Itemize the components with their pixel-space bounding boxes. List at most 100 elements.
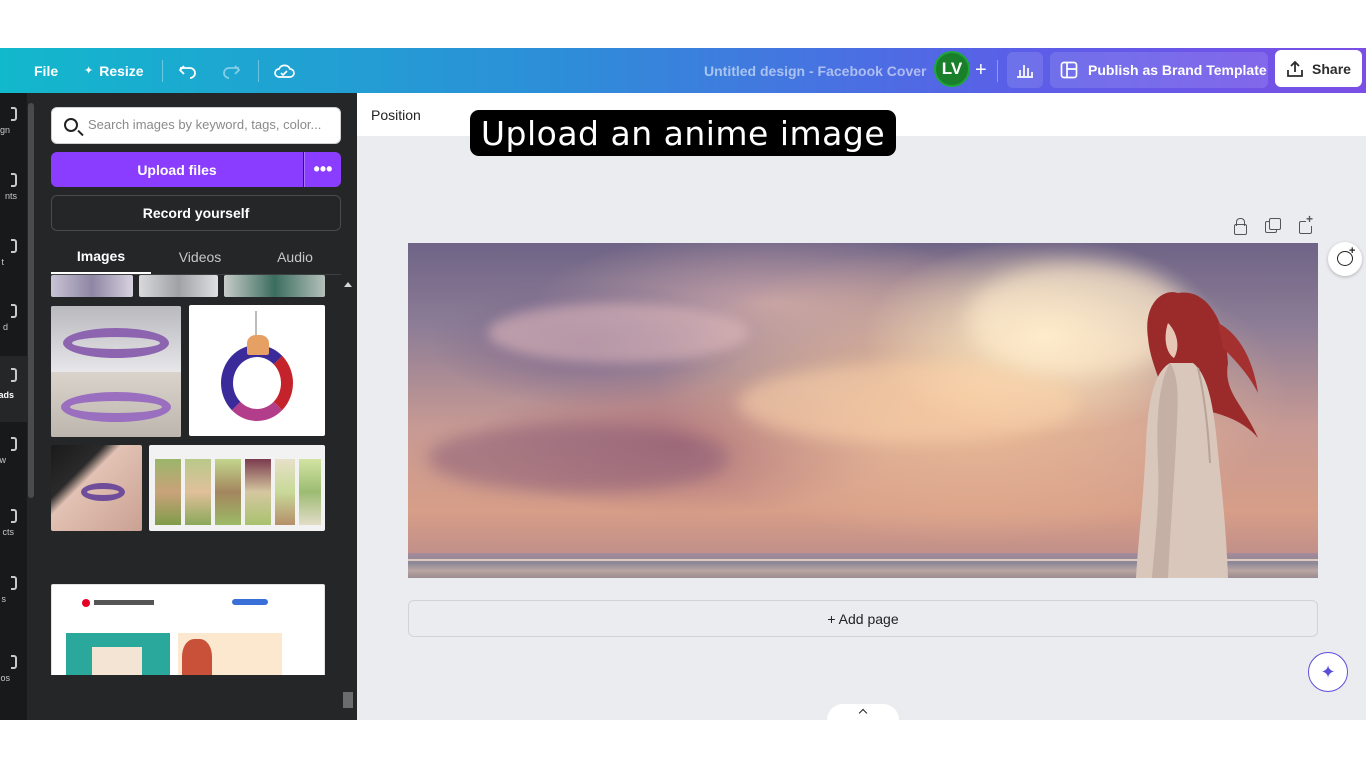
add-comment-icon[interactable] xyxy=(1328,242,1362,276)
recipe-image xyxy=(155,459,181,525)
tutorial-caption: Upload an anime image xyxy=(470,110,896,156)
share-upload-icon xyxy=(1287,60,1303,77)
scroll-up-arrow-icon[interactable] xyxy=(344,282,352,287)
top-toolbar: File ✦ Resize Untitled design - Facebook… xyxy=(0,48,1366,93)
toolbar-divider xyxy=(162,60,163,82)
rail-item-elements[interactable]: nts xyxy=(0,167,27,217)
upload-thumbnail[interactable] xyxy=(189,305,325,436)
rail-item-draw[interactable]: w xyxy=(0,431,27,481)
more-options-button[interactable]: ••• xyxy=(304,152,341,187)
rail-label: os xyxy=(0,673,10,683)
magic-sparkle-icon[interactable]: ✦ xyxy=(1308,652,1348,692)
design-page-canvas[interactable] xyxy=(408,243,1318,578)
rail-label: s xyxy=(1,594,7,604)
template-icon xyxy=(1060,61,1078,79)
search-icon xyxy=(64,118,78,132)
cloud-check-icon xyxy=(274,64,295,78)
photos-icon xyxy=(11,655,17,669)
pages-drawer-handle[interactable] xyxy=(827,704,899,720)
promo-panel-portrait xyxy=(182,639,212,675)
upload-thumbnail[interactable] xyxy=(224,275,325,297)
apps-icon xyxy=(11,576,17,590)
rail-label: d xyxy=(2,322,8,332)
search-box[interactable] xyxy=(51,107,341,144)
media-tabs: Images Videos Audio xyxy=(51,240,341,274)
upload-thumbnail[interactable] xyxy=(51,584,325,675)
scrollbar-thumb[interactable] xyxy=(343,692,353,708)
rail-label: w xyxy=(0,455,6,465)
editor-window: File ✦ Resize Untitled design - Facebook… xyxy=(0,48,1366,720)
cloud-shape xyxy=(738,363,1078,443)
pinterest-logo-icon xyxy=(82,599,90,607)
cloud-save-button[interactable] xyxy=(273,48,295,93)
rail-item-uploads[interactable]: ads xyxy=(0,356,27,422)
rail-item-design[interactable]: gn xyxy=(0,101,27,151)
side-nav-rail: gn nts t d ads w cts s os xyxy=(0,93,27,720)
rail-item-photos[interactable]: os xyxy=(0,649,27,699)
tab-audio[interactable]: Audio xyxy=(249,240,341,274)
draw-icon xyxy=(11,437,17,451)
uploads-icon xyxy=(11,368,17,382)
rail-item-text[interactable]: t xyxy=(0,233,27,283)
bracelet-shape xyxy=(81,483,125,501)
toolbar-divider xyxy=(997,60,998,82)
upload-thumbnail[interactable] xyxy=(51,445,142,531)
pendant-butterfly xyxy=(247,335,269,355)
page-heading-line xyxy=(94,600,154,605)
search-input[interactable] xyxy=(88,117,336,132)
page-button-shape xyxy=(232,599,268,605)
grid-scrollbar[interactable] xyxy=(341,278,355,708)
sparkle-icon: ✦ xyxy=(84,65,94,77)
insights-button[interactable] xyxy=(1007,52,1043,88)
publish-label: Publish as Brand Template xyxy=(1088,62,1267,78)
tab-videos[interactable]: Videos xyxy=(151,240,249,274)
add-page-icon[interactable] xyxy=(1298,212,1314,234)
rail-label: nts xyxy=(4,191,17,201)
tab-images[interactable]: Images xyxy=(51,240,151,274)
design-title[interactable]: Untitled design - Facebook Cover xyxy=(704,48,926,93)
undo-icon xyxy=(178,64,196,79)
resize-button[interactable]: ✦ Resize xyxy=(84,48,144,93)
share-label: Share xyxy=(1312,60,1351,77)
promo-panel-photo xyxy=(92,647,142,675)
publish-brand-template-button[interactable]: Publish as Brand Template xyxy=(1050,52,1268,88)
rail-item-apps[interactable]: s xyxy=(0,570,27,620)
bar-chart-icon xyxy=(1017,65,1033,78)
recipe-image xyxy=(215,459,241,525)
elements-icon xyxy=(11,173,17,187)
redo-button[interactable] xyxy=(221,48,241,93)
upload-thumbnail[interactable] xyxy=(51,275,133,297)
upload-thumbnail[interactable] xyxy=(149,445,325,531)
file-menu-label: File xyxy=(34,62,59,79)
rail-label: t xyxy=(1,257,4,267)
invite-plus-icon[interactable]: + xyxy=(975,48,987,93)
rail-label: cts xyxy=(2,527,14,537)
panel-scrollbar[interactable] xyxy=(28,103,34,498)
resize-label: Resize xyxy=(99,62,144,79)
recipe-image xyxy=(299,459,321,525)
rail-item-brand[interactable]: d xyxy=(0,298,27,348)
redo-icon xyxy=(223,64,241,79)
lock-icon[interactable] xyxy=(1232,218,1248,235)
chevron-up-icon xyxy=(858,708,868,718)
avatar[interactable]: LV xyxy=(934,51,970,87)
undo-button[interactable] xyxy=(178,48,198,93)
rail-label: ads xyxy=(0,390,14,400)
bracelet-shape xyxy=(63,328,169,358)
file-menu-button[interactable]: File xyxy=(34,48,58,93)
add-page-button[interactable]: + Add page xyxy=(408,600,1318,637)
duplicate-page-icon[interactable] xyxy=(1265,218,1281,234)
share-button[interactable]: Share xyxy=(1275,50,1362,87)
projects-icon xyxy=(11,509,17,523)
cloud-shape xyxy=(488,303,748,363)
rail-item-projects[interactable]: cts xyxy=(0,503,27,553)
anime-girl-figure xyxy=(1136,292,1258,578)
upload-thumbnail[interactable] xyxy=(51,306,181,437)
toolbar-divider xyxy=(258,60,259,82)
record-yourself-button[interactable]: Record yourself xyxy=(51,195,341,231)
position-button[interactable]: Position xyxy=(371,107,421,123)
upload-thumbnail[interactable] xyxy=(139,275,218,297)
recipe-image xyxy=(275,459,295,525)
upload-files-button[interactable]: Upload files xyxy=(51,152,303,187)
recipe-image xyxy=(245,459,271,525)
